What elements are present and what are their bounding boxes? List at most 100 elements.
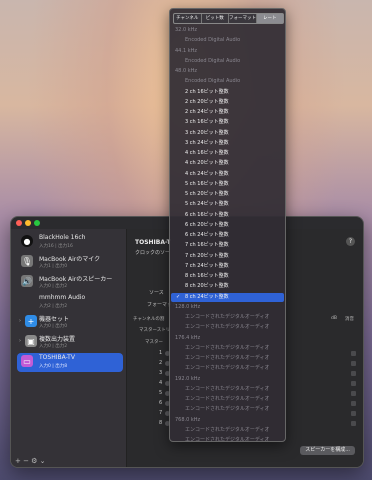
menu-item-label: 6 ch 20ビット整数 (185, 221, 229, 228)
menu-item[interactable]: 5 ch 16ビット整数 (171, 180, 284, 189)
device-toshiba-tv[interactable]: ▭ TOSHIBA-TV 入力0 | 出力8 (17, 353, 123, 372)
menu-item-label: 4 ch 24ビット整数 (185, 170, 229, 177)
channel-number: 8 (159, 420, 163, 426)
device-io: 入力0 | 出力2 (39, 344, 68, 349)
menu-item-label: 176.4 kHz (175, 334, 201, 341)
help-icon[interactable]: ? (346, 237, 355, 246)
menu-item-label: 2 ch 24ビット整数 (185, 109, 229, 115)
menu-item-label: 4 ch 20ビット整数 (185, 160, 229, 167)
segment-rate[interactable]: レート (256, 14, 283, 23)
menu-item[interactable]: 3 ch 20ビット整数 (171, 129, 284, 138)
menu-item[interactable]: 4 ch 16ビット整数 (171, 149, 284, 158)
menu-item-label: エンコードされたデジタルオーディオ (185, 324, 270, 331)
menu-item[interactable]: 3 ch 24ビット整数 (171, 139, 284, 148)
device-mic[interactable]: 🎙 MacBook Airのマイク 入力1 | 出力0 (17, 253, 123, 272)
menu-segment-control[interactable]: チャンネル ビット数 フォーマット レート (173, 13, 284, 24)
menu-item[interactable]: 4 ch 24ビット整数 (171, 170, 284, 179)
menu-item[interactable]: 5 ch 20ビット整数 (171, 190, 284, 199)
mute-checkbox[interactable] (351, 381, 356, 386)
menu-section-header: 768.0 kHz (171, 416, 284, 425)
mute-checkbox[interactable] (351, 411, 356, 416)
menu-item: エンコードされたデジタルオーディオ (171, 395, 284, 404)
menu-item-label: エンコードされたデジタルオーディオ (185, 344, 270, 351)
menu-item-label: 3 ch 20ビット整数 (185, 129, 229, 136)
device-mmhmm[interactable]: mmhmm Audio 入力2 | 出力2 (17, 293, 123, 312)
device-name: MacBook Airのマイク (39, 256, 101, 263)
zoom-button[interactable] (34, 220, 40, 226)
device-blackhole[interactable]: ● BlackHole 16ch 入力16 | 出力16 (17, 233, 123, 252)
menu-item[interactable]: ✓ 8 ch 24ビット整数 (171, 292, 284, 302)
menu-item: Encoded Digital Audio (171, 36, 284, 45)
menu-item: エンコードされたデジタルオーディオ (171, 323, 284, 332)
menu-item-label: 6 ch 24ビット整数 (185, 232, 229, 238)
menu-item: エンコードされたデジタルオーディオ (171, 344, 284, 353)
menu-item[interactable]: 3 ch 16ビット整数 (171, 118, 284, 127)
menu-item[interactable]: 7 ch 16ビット整数 (171, 241, 284, 250)
speaker-icon: 🔊 (21, 275, 33, 287)
master-label: マスター (145, 340, 163, 345)
menu-item[interactable]: 6 ch 20ビット整数 (171, 221, 284, 230)
mute-checkbox[interactable] (351, 361, 356, 366)
menu-item-label: エンコードされたデジタルオーディオ (185, 426, 270, 433)
channel-number: 1 (159, 350, 163, 356)
menu-item[interactable]: 6 ch 24ビット整数 (171, 231, 284, 240)
menu-item-label: Encoded Digital Audio (185, 37, 241, 44)
device-multi-output[interactable]: › ▣ 複数出力装置 入力0 | 出力2 (17, 333, 123, 352)
menu-item: エンコードされたデジタルオーディオ (171, 405, 284, 414)
channel-number: 2 (159, 360, 163, 366)
menu-item[interactable]: 7 ch 24ビット整数 (171, 262, 284, 271)
device-aggregate[interactable]: › + 機器セット 入力0 | 出力0 (17, 313, 123, 332)
menu-item[interactable]: 2 ch 24ビット整数 (171, 108, 284, 117)
clock-source-label: クロックのソー (135, 250, 171, 256)
menu-item-label: Encoded Digital Audio (185, 78, 241, 85)
menu-item[interactable]: 4 ch 20ビット整数 (171, 159, 284, 168)
channel-number: 7 (159, 410, 163, 416)
menu-item-label: エンコードされたデジタルオーディオ (185, 355, 270, 361)
close-button[interactable] (16, 220, 22, 226)
menu-item-label: 3 ch 16ビット整数 (185, 119, 229, 126)
segment-channels[interactable]: チャンネル (174, 14, 202, 23)
menu-section-header: 176.4 kHz (171, 334, 284, 343)
mute-checkbox[interactable] (351, 421, 356, 426)
menu-item: エンコードされたデジタルオーディオ (171, 385, 284, 394)
device-title: TOSHIBA-T (135, 239, 171, 246)
sidebar-actions[interactable]: + − ⚙ ⌄ (15, 457, 46, 465)
mute-checkbox[interactable] (351, 401, 356, 406)
menu-item[interactable]: 8 ch 20ビット整数 (171, 282, 284, 291)
device-name: MacBook Airのスピーカー (39, 276, 113, 283)
menu-item-label: 192.0 kHz (175, 375, 201, 382)
menu-item-label: 8 ch 20ビット整数 (185, 283, 229, 290)
menu-item: エンコードされたデジタルオーディオ (171, 364, 284, 373)
menu-item[interactable]: 2 ch 16ビット整数 (171, 88, 284, 97)
menu-item: Encoded Digital Audio (171, 77, 284, 86)
menu-item-label: Encoded Digital Audio (185, 57, 241, 64)
segment-format[interactable]: フォーマット (229, 14, 257, 23)
minimize-button[interactable] (25, 220, 31, 226)
menu-item-label: 7 ch 16ビット整数 (185, 242, 229, 249)
chevron-right-icon[interactable]: › (19, 318, 21, 324)
mute-checkbox[interactable] (351, 371, 356, 376)
menu-item-label: エンコードされたデジタルオーディオ (185, 385, 270, 392)
menu-item-label: 5 ch 16ビット整数 (185, 180, 229, 187)
menu-item[interactable]: 7 ch 20ビット整数 (171, 252, 284, 261)
menu-item[interactable]: 8 ch 16ビット整数 (171, 272, 284, 281)
sidebar-toolbar[interactable]: + − ⚙ ⌄ (11, 457, 126, 467)
segment-bits[interactable]: ビット数 (202, 14, 229, 23)
mute-checkbox[interactable] (351, 391, 356, 396)
chevron-right-icon[interactable]: › (19, 338, 21, 344)
mute-checkbox[interactable] (351, 351, 356, 356)
plus-icon: + (25, 315, 37, 327)
device-name: mmhmm Audio (39, 294, 86, 301)
menu-item[interactable]: 6 ch 16ビット整数 (171, 211, 284, 220)
menu-item-label: 2 ch 16ビット整数 (185, 88, 229, 95)
menu-item: Encoded Digital Audio (171, 57, 284, 66)
checkmark-icon: ✓ (176, 293, 181, 300)
configure-speakers-button[interactable]: スピーカーを構成... (300, 446, 355, 455)
device-speaker[interactable]: 🔊 MacBook Airのスピーカー 入力0 | 出力2 (17, 273, 123, 292)
device-io: 入力0 | 出力2 (39, 284, 68, 289)
device-io: 入力0 | 出力0 (39, 324, 68, 329)
tab-channel-assign[interactable]: チャンネルの割 (133, 316, 164, 322)
menu-item: エンコードされたデジタルオーディオ (171, 313, 284, 322)
menu-item[interactable]: 5 ch 24ビット整数 (171, 200, 284, 209)
menu-item[interactable]: 2 ch 20ビット整数 (171, 98, 284, 107)
